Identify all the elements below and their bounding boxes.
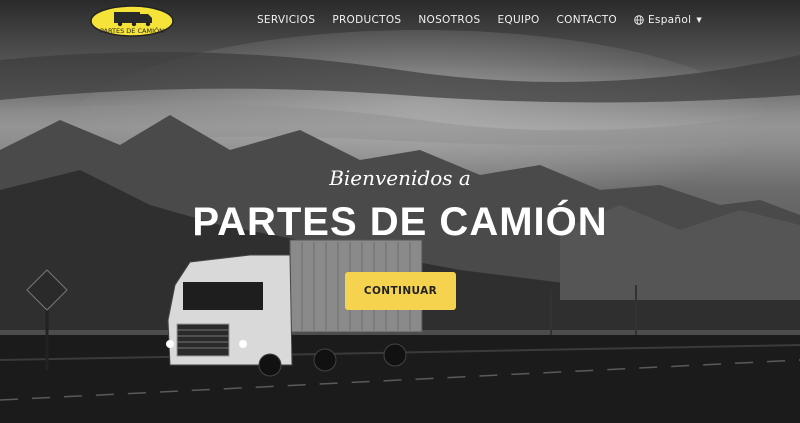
truck-logo-icon: PARTES DE CAMIÓN (90, 5, 174, 37)
continue-button[interactable]: CONTINUAR (345, 272, 456, 310)
nav-item-contacto[interactable]: CONTACTO (557, 14, 617, 26)
hero-welcome-text: Bienvenidos a (329, 166, 471, 190)
nav-item-productos[interactable]: PRODUCTOS (332, 14, 401, 26)
nav-item-servicios[interactable]: SERVICIOS (257, 14, 315, 26)
main-menu: SERVICIOS PRODUCTOS NOSOTROS EQUIPO CONT… (240, 14, 702, 26)
chevron-down-icon: ▼ (696, 16, 702, 24)
top-navbar: PARTES DE CAMIÓN SERVICIOS PRODUCTOS NOS… (0, 0, 800, 42)
language-dropdown[interactable]: Español ▼ (634, 14, 702, 26)
nav-item-equipo[interactable]: EQUIPO (497, 14, 539, 26)
hero-title: PARTES DE CAMIÓN (192, 200, 608, 244)
brand-logo[interactable]: PARTES DE CAMIÓN (90, 5, 174, 37)
globe-icon (634, 15, 644, 25)
logo-text: PARTES DE CAMIÓN (100, 26, 164, 35)
nav-item-nosotros[interactable]: NOSOTROS (418, 14, 480, 26)
language-label: Español (648, 14, 692, 26)
